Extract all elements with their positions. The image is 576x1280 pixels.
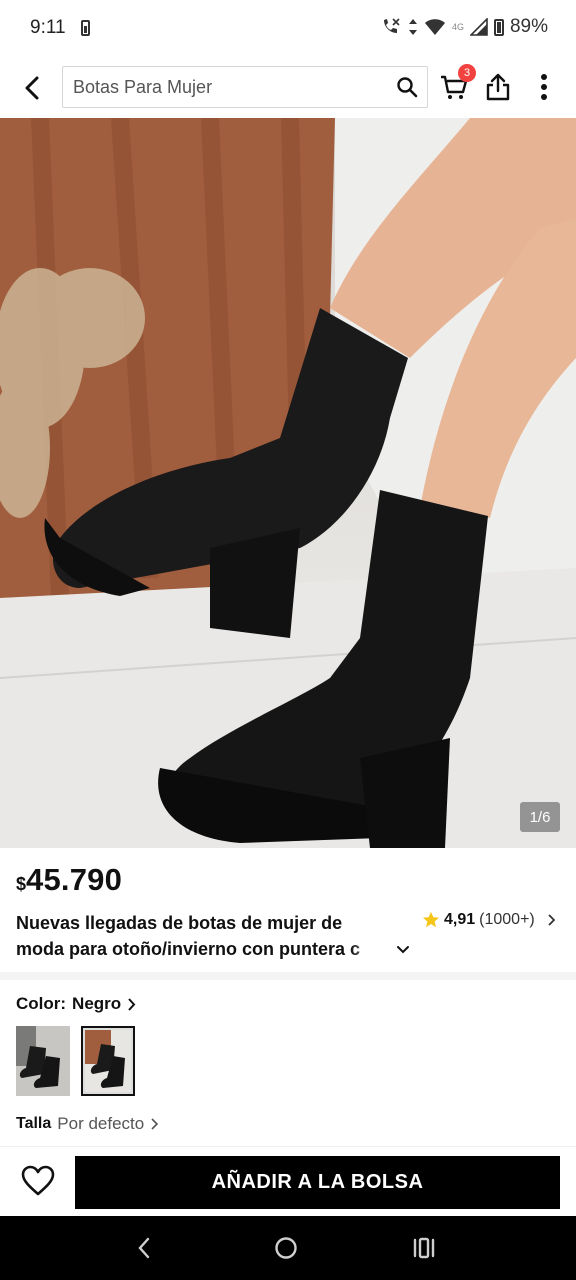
rating-summary[interactable]: 4,91 (1000+) [422, 911, 555, 929]
share-button[interactable] [480, 68, 516, 106]
price-currency: $ [16, 874, 27, 894]
share-icon [486, 73, 510, 101]
cart-count-badge: 3 [458, 64, 476, 82]
product-title: Nuevas llegadas de botas de mujer de mod… [16, 910, 416, 962]
nav-home-icon [275, 1237, 297, 1259]
more-options-button[interactable] [526, 68, 562, 106]
search-icon[interactable] [387, 67, 427, 107]
nav-back-icon [138, 1237, 150, 1259]
product-title-line-1: Nuevas llegadas de botas de mujer de [16, 913, 343, 933]
size-value: Por defecto [57, 1114, 145, 1133]
star-icon [422, 911, 440, 928]
data-arrows-icon [408, 19, 417, 35]
status-time: 9:11 [30, 17, 66, 38]
battery-percent: 89% [509, 16, 548, 37]
add-to-bag-button[interactable]: AÑADIR A LA BOLSA [75, 1156, 560, 1209]
nav-recents-button[interactable] [404, 1232, 444, 1264]
product-image-gallery[interactable]: 1/6 [0, 118, 576, 848]
product-title-line-2: moda para otoño/invierno con puntera c [16, 936, 390, 962]
wishlist-button[interactable] [18, 1161, 58, 1201]
color-swatch-option-2-selected[interactable] [81, 1026, 135, 1096]
color-swatch-option-1[interactable] [16, 1026, 70, 1096]
wifi-calling-icon [383, 18, 400, 33]
price-value: 45.790 [26, 862, 123, 897]
color-selector-header[interactable]: Color: Negro [16, 994, 136, 1014]
system-navigation-bar [0, 1216, 576, 1280]
rating-count: (1000+) [479, 911, 535, 928]
bottom-action-bar: AÑADIR A LA BOLSA [0, 1146, 576, 1216]
chevron-right-icon [128, 997, 136, 1011]
nav-recents-icon [413, 1237, 435, 1259]
battery-saver-icon [81, 20, 90, 36]
swatch-thumbnail [85, 1030, 131, 1092]
price: $ 45.790 [16, 862, 122, 898]
status-bar: 9:11 4G 89% [0, 0, 576, 58]
rating-value: 4,91 [444, 911, 476, 928]
heart-icon [21, 1165, 55, 1196]
chevron-left-icon [25, 76, 39, 100]
chevron-right-icon [548, 914, 555, 926]
section-divider [0, 972, 576, 980]
expand-title-button[interactable] [393, 940, 413, 960]
color-swatches [16, 1026, 135, 1096]
battery-icon [493, 18, 504, 36]
more-vertical-icon [541, 74, 547, 100]
size-label: Talla [16, 1115, 52, 1132]
chevron-down-icon [397, 946, 409, 954]
signal-icon [469, 18, 488, 36]
chevron-right-icon [151, 1118, 159, 1130]
search-query: Botas Para Mujer [73, 76, 213, 97]
color-label: Color: [16, 994, 67, 1013]
wifi-icon [424, 19, 445, 35]
top-app-bar: Botas Para Mujer 3 [0, 58, 576, 118]
product-photo [0, 118, 576, 848]
network-label: 4G [451, 22, 464, 32]
cart-button[interactable]: 3 [436, 64, 476, 106]
swatch-thumbnail [16, 1026, 70, 1096]
nav-home-button[interactable] [266, 1232, 306, 1264]
nav-back-button[interactable] [124, 1232, 164, 1264]
back-button[interactable] [14, 70, 50, 106]
search-field[interactable]: Botas Para Mujer [62, 66, 428, 108]
size-selector[interactable]: Talla Por defecto [16, 1114, 159, 1134]
color-value: Negro [72, 994, 122, 1013]
status-icons: 4G 89% [380, 16, 548, 38]
product-title-line-2-text: moda para otoño/invierno con puntera c [16, 939, 361, 959]
image-counter: 1/6 [520, 802, 560, 832]
